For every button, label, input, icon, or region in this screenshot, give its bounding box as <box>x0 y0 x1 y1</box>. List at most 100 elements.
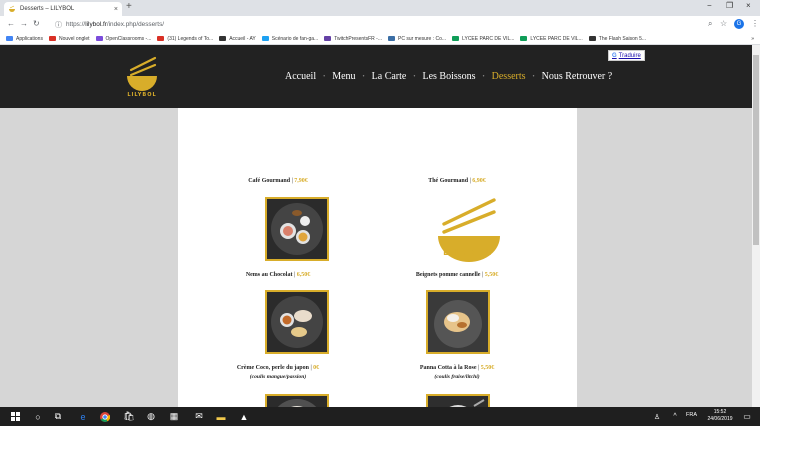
bookmark-favicon-icon <box>588 36 596 41</box>
price-separator: | <box>469 178 471 184</box>
nav-item-nous-retrouver[interactable]: Nous Retrouver ? <box>542 71 613 82</box>
bookmark-favicon-icon <box>324 36 332 41</box>
clock-date: 24/06/2019 <box>707 416 733 422</box>
bookmark-item[interactable]: Scénario de fan-ga... <box>261 36 318 42</box>
price-separator: | <box>477 365 480 371</box>
bookmark-item[interactable]: LYCEE PARC DE VIL... <box>452 36 514 42</box>
bookmark-label: LYCEE PARC DE VIL... <box>530 35 583 42</box>
bookmark-favicon-icon <box>6 36 13 41</box>
bowl-favicon-icon <box>8 5 16 13</box>
bookmark-item[interactable]: TwitchPresentsFR -... <box>324 36 382 42</box>
price-separator: | <box>293 272 296 278</box>
forward-icon[interactable]: → <box>20 19 28 28</box>
bookmark-favicon-icon <box>157 36 165 41</box>
main-nav: Accueil • Menu • La Carte • Les Boissons • Desse… <box>285 71 612 82</box>
bookmark-item[interactable]: Accueil - AY <box>219 36 256 42</box>
bookmark-item[interactable]: PC sur mesure : Co... <box>388 36 446 42</box>
url-path: /index.php/desserts/ <box>106 21 165 28</box>
bookmark-item[interactable]: Nouvel onglet <box>48 36 90 42</box>
maximize-icon[interactable]: ❐ <box>726 1 733 10</box>
dessert-item: Café Gourmand | 7,90€ <box>188 178 368 184</box>
bookmark-label: (31) Legends of To... <box>167 35 214 42</box>
task-view-icon[interactable]: ⧉ <box>53 411 63 422</box>
notifications-icon[interactable]: ▭ <box>741 411 753 422</box>
menu-dots-icon[interactable]: ⋮ <box>751 19 759 28</box>
site-header: LILYBOL G Traduire Accueil • Menu • La Carte… <box>0 45 752 108</box>
show-hidden-icons[interactable]: ^ <box>670 411 680 422</box>
mail-icon[interactable]: ✉ <box>194 411 204 422</box>
nav-item-desserts[interactable]: Desserts <box>492 71 526 82</box>
menu-separator: • <box>362 73 365 80</box>
bookmark-label: Accueil - AY <box>229 35 256 42</box>
price-separator: | <box>291 178 293 184</box>
price-separator: | <box>310 365 312 371</box>
taskbar-clock[interactable]: 15:52 24/06/2019 <box>703 409 737 423</box>
creme-coco-photo <box>265 394 329 407</box>
price-separator: | <box>481 272 484 278</box>
bookmark-favicon-icon <box>95 36 103 41</box>
panna-cotta-photo <box>426 394 490 407</box>
browser-tab[interactable]: Desserts – LILYBOL × <box>4 2 122 16</box>
zoom-icon[interactable]: ⌕ <box>708 19 712 29</box>
desserts-content: Café Gourmand | 7,90€ Thé Gourmand | 6,9… <box>178 108 577 407</box>
app-icon[interactable]: ◍ <box>146 411 156 422</box>
google-translate-icon: G <box>612 52 617 59</box>
bookmark-star-icon[interactable]: ☆ <box>720 19 727 28</box>
bookmark-label: OpenClassrooms -... <box>105 35 152 42</box>
back-icon[interactable]: ← <box>7 19 15 28</box>
beignets-pomme-cannelle-photo <box>426 290 490 354</box>
nav-item-menu[interactable]: Menu <box>332 71 355 82</box>
scrollbar-thumb[interactable] <box>753 55 759 245</box>
address-bar[interactable]: ⓘ https:// lilybol.fr /index.php/dessert… <box>55 18 700 31</box>
close-tab-icon[interactable]: × <box>114 6 118 13</box>
dessert-coulis: (coulis fraise/litchi) <box>434 374 480 380</box>
bookmarks-overflow-icon[interactable]: » <box>751 36 754 42</box>
reload-icon[interactable]: ↻ <box>33 19 40 28</box>
bookmark-item[interactable]: Applications <box>6 36 43 42</box>
menu-separator: • <box>413 73 416 80</box>
dessert-item: Crème Coco, perle du japon | 0€ (coulis … <box>188 365 368 380</box>
bookmark-item[interactable]: (31) Legends of To... <box>157 36 213 42</box>
dessert-item: Panna Cotta à la Rose | 5,50€ (coulis fr… <box>367 365 547 380</box>
info-icon[interactable]: ⓘ <box>55 20 62 30</box>
translate-button[interactable]: G Traduire <box>608 50 645 61</box>
bookmark-label: PC sur mesure : Co... <box>398 35 447 42</box>
bookmark-favicon-icon <box>452 36 460 41</box>
edge-icon[interactable]: e <box>77 411 89 422</box>
bookmark-item[interactable]: LYCEE PARC DE VIL... <box>520 35 583 42</box>
nav-item-les-boissons[interactable]: Les Boissons <box>422 71 475 82</box>
new-tab-button[interactable]: + <box>126 1 132 12</box>
url-host: lilybol.fr <box>85 21 107 28</box>
bookmark-label: The Flash Saison 5... <box>598 35 647 42</box>
input-language[interactable]: FRA <box>686 412 697 418</box>
bookmark-label: TwitchPresentsFR -... <box>334 35 382 42</box>
nav-item-la-carte[interactable]: La Carte <box>372 71 407 82</box>
profile-avatar[interactable]: G <box>734 19 744 29</box>
dessert-item: Thé Gourmand | 6,90€ <box>367 178 547 184</box>
menu-separator: • <box>482 73 485 80</box>
people-icon[interactable]: ♙ <box>652 411 662 422</box>
windows-start-icon[interactable] <box>10 411 20 422</box>
dessert-price: 0€ <box>313 365 320 371</box>
bookmark-item[interactable]: The Flash Saison 5... <box>588 35 647 42</box>
photos-icon[interactable]: ▲ <box>239 411 249 422</box>
dessert-item: Nems au Chocolat | 6,50€ <box>188 272 368 278</box>
dessert-name: Beignets pomme cannelle <box>415 272 481 278</box>
minimize-icon[interactable]: − <box>707 1 712 10</box>
store-icon[interactable]: 🛍 <box>123 411 134 422</box>
tab-strip: Desserts – LILYBOL × + − ❐ × <box>0 0 760 16</box>
search-icon[interactable]: ○ <box>33 411 43 422</box>
dessert-price: 5,50€ <box>484 272 499 278</box>
nav-item-accueil[interactable]: Accueil <box>285 71 316 82</box>
toolbar: ← → ↻ ⓘ https:// lilybol.fr /index.php/d… <box>0 16 760 33</box>
translate-label: Traduire <box>618 52 641 59</box>
bookmarks-bar: Applications Nouvel onglet OpenClassrooms … <box>0 33 760 45</box>
calculator-icon[interactable]: ▦ <box>169 411 179 422</box>
nems-au-chocolat-photo <box>265 290 329 354</box>
bookmark-item[interactable]: OpenClassrooms -... <box>95 35 152 42</box>
chrome-icon[interactable] <box>100 411 110 422</box>
lilybol-large-logo-icon <box>438 198 500 262</box>
dessert-name: Nems au Chocolat <box>245 272 293 278</box>
file-explorer-icon[interactable]: ▬ <box>216 411 226 422</box>
window-close-icon[interactable]: × <box>746 1 751 10</box>
